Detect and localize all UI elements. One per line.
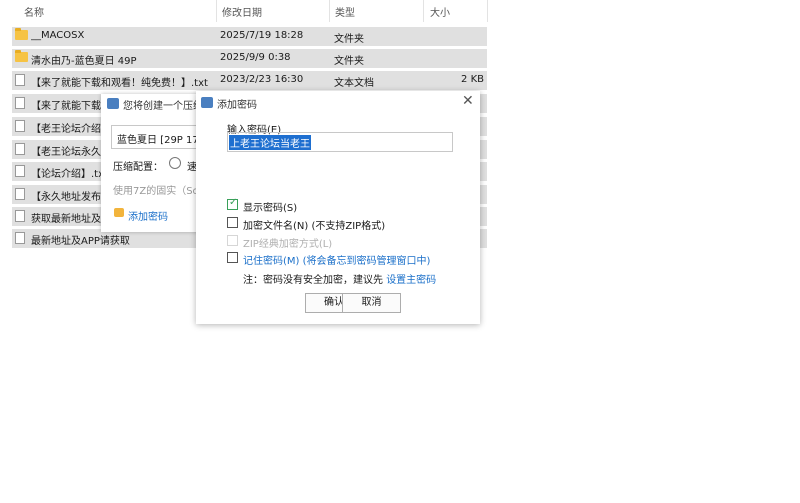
column-divider[interactable] xyxy=(216,0,217,22)
set-master-password-link[interactable]: 设置主密码 xyxy=(386,275,436,286)
file-row[interactable]: __MACOSX 2025/7/19 18:28 文件夹 xyxy=(12,27,487,46)
file-size: 2 KB xyxy=(461,74,484,85)
document-icon xyxy=(15,232,25,244)
document-icon xyxy=(15,210,25,222)
zip-classic-checkbox[interactable] xyxy=(227,235,238,246)
column-name[interactable]: 名称 xyxy=(24,4,44,19)
document-icon xyxy=(15,143,25,155)
file-name: 【来了就能下载和观看！纯免费！】.txt xyxy=(31,78,208,89)
column-divider[interactable] xyxy=(487,0,488,22)
add-password-link[interactable]: 添加密码 xyxy=(128,208,168,223)
file-name: 【永久地址发布页 xyxy=(31,192,111,203)
document-icon xyxy=(15,188,25,200)
compress-dialog-title: 您将创建一个压缩 xyxy=(123,101,203,112)
file-list-header: 名称 ⌃ 修改日期 类型 大小 xyxy=(0,0,488,22)
zip-classic-label: ZIP经典加密方式(L) xyxy=(243,239,333,250)
lock-icon xyxy=(114,208,124,217)
document-icon xyxy=(15,74,25,86)
column-type[interactable]: 类型 xyxy=(335,4,355,19)
file-date: 2023/2/23 16:30 xyxy=(220,74,304,85)
show-password-checkbox[interactable]: ✓ xyxy=(227,197,238,210)
solid-hint: 使用7Z的固实（So xyxy=(113,186,199,197)
file-row[interactable]: 清水由乃-蓝色夏日 49P 2025/9/9 0:38 文件夹 xyxy=(12,49,487,68)
column-size[interactable]: 大小 xyxy=(430,4,450,19)
column-divider[interactable] xyxy=(423,0,424,22)
password-dialog-title: 添加密码 xyxy=(217,100,257,111)
compress-config-label: 压缩配置： xyxy=(113,162,163,173)
remember-password-label: 记住密码(M) (将会备忘到密码管理窗口中) xyxy=(243,256,431,267)
password-dialog: 添加密码 ✕ 输入密码(E) 上老王论坛当老王 ✓ 显示密码(S) 加密文件名(… xyxy=(196,91,480,324)
sort-chevron-icon: ⌃ xyxy=(112,0,121,7)
security-note: 注：密码没有安全加密，建议先 设置主密码 xyxy=(243,271,436,286)
archive-icon xyxy=(201,97,213,108)
encrypt-filenames-checkbox[interactable] xyxy=(227,217,238,228)
document-icon xyxy=(15,120,25,132)
close-icon[interactable]: ✕ xyxy=(462,93,474,109)
file-name: 最新地址及APP请获取 xyxy=(31,236,130,247)
remember-password-checkbox[interactable] xyxy=(227,252,238,263)
password-value: 上老王论坛当老王 xyxy=(229,135,311,150)
archive-icon xyxy=(107,98,119,109)
column-divider[interactable] xyxy=(329,0,330,22)
file-name: 【老王论坛永久地 xyxy=(31,147,111,158)
show-password-label: 显示密码(S) xyxy=(243,203,298,214)
file-name: 【老王论坛介绍】 xyxy=(31,124,111,135)
column-date[interactable]: 修改日期 xyxy=(222,4,262,19)
file-date: 2025/7/19 18:28 xyxy=(220,30,304,41)
security-note-text: 注：密码没有安全加密，建议先 xyxy=(243,275,387,286)
archive-name-value: 蓝色夏日 [29P 170 xyxy=(117,135,206,146)
password-input[interactable]: 上老王论坛当老王 xyxy=(227,132,453,152)
document-icon xyxy=(15,165,25,177)
folder-icon xyxy=(15,28,28,40)
file-name: 清水由乃-蓝色夏日 49P xyxy=(31,56,137,67)
checkmark-icon: ✓ xyxy=(229,197,238,208)
folder-icon xyxy=(15,50,28,62)
file-type: 文本文档 xyxy=(334,78,374,89)
file-name: __MACOSX xyxy=(31,30,85,41)
file-date: 2025/9/9 0:38 xyxy=(220,52,291,63)
file-type: 文件夹 xyxy=(334,56,364,67)
cancel-button[interactable]: 取消 xyxy=(342,293,401,313)
encrypt-filenames-label: 加密文件名(N) (不支持ZIP格式) xyxy=(243,221,386,232)
compress-radio[interactable] xyxy=(169,157,181,169)
document-icon xyxy=(15,97,25,109)
file-row[interactable]: 【来了就能下载和观看！纯免费！】.txt 2023/2/23 16:30 文本文档 2… xyxy=(12,71,487,90)
file-name: 【论坛介绍】.txt xyxy=(31,169,108,180)
file-type: 文件夹 xyxy=(334,34,364,45)
